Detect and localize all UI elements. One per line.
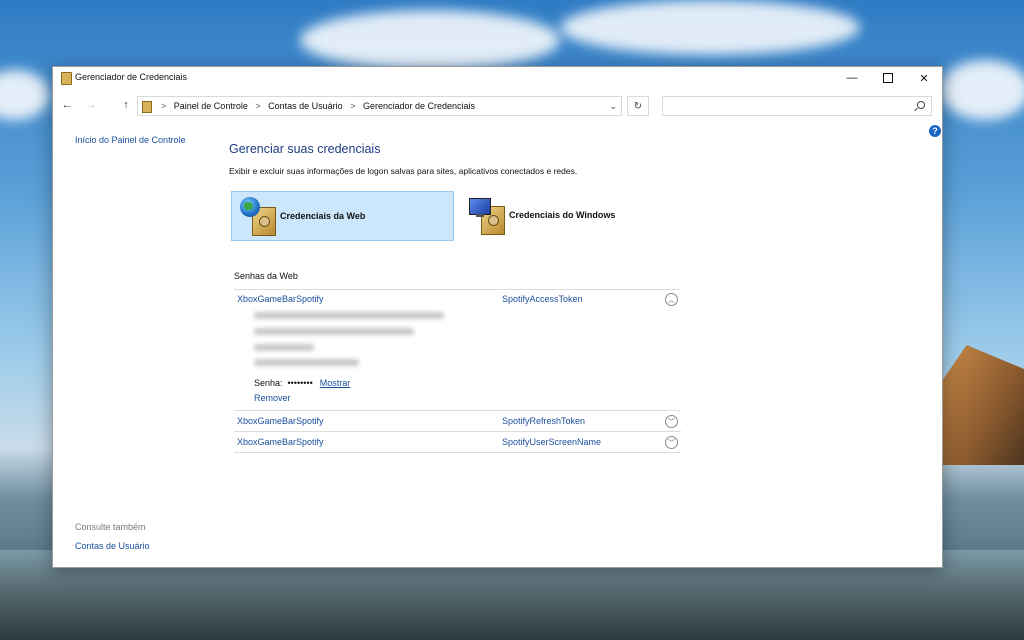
expand-chevron-icon[interactable]: ﹀ [665, 415, 678, 428]
breadcrumb-separator: > [350, 101, 356, 111]
window-title: Gerenciador de Credenciais [75, 72, 188, 82]
close-button[interactable]: ✕ [906, 67, 942, 89]
expand-chevron-icon[interactable]: ﹀ [665, 436, 678, 449]
back-button[interactable]: ← [60, 98, 74, 112]
credential-manager-icon [61, 72, 72, 85]
redacted-detail [254, 312, 444, 319]
collapse-chevron-icon[interactable]: ︿ [665, 293, 678, 306]
web-passwords-heading: Senhas da Web [234, 271, 298, 281]
show-password-link[interactable]: Mostrar [320, 378, 351, 388]
navigation-bar: ← → ↑ > Painel de Controle > Contas de U… [53, 94, 942, 118]
password-line: Senha: •••••••• Mostrar [254, 378, 350, 388]
breadcrumb-control-panel[interactable]: Painel de Controle [174, 101, 248, 111]
page-title: Gerenciar suas credenciais [229, 142, 381, 156]
cloud [0, 70, 50, 120]
divider [234, 410, 681, 411]
redacted-detail [254, 328, 414, 335]
web-credentials-tile[interactable]: Credenciais da Web [231, 191, 454, 241]
windows-credentials-label: Credenciais do Windows [509, 210, 616, 220]
web-credentials-label: Credenciais da Web [280, 211, 366, 221]
up-button[interactable]: ↑ [119, 98, 133, 112]
address-bar[interactable]: > Painel de Controle > Contas de Usuário… [137, 96, 622, 116]
help-icon[interactable]: ? [929, 125, 941, 137]
breadcrumb-separator: > [255, 101, 261, 111]
address-dropdown-icon[interactable]: ⌄ [609, 101, 617, 112]
page-description: Exibir e excluir suas informações de log… [229, 166, 578, 176]
redacted-detail [254, 344, 314, 351]
rock-formation [942, 345, 1024, 465]
breadcrumb-separator: > [161, 101, 167, 111]
redacted-detail [254, 359, 359, 366]
credential-name: SpotifyRefreshToken [502, 416, 586, 426]
credential-name: SpotifyAccessToken [502, 294, 583, 304]
divider [234, 452, 681, 453]
password-label: Senha: [254, 378, 283, 388]
control-panel-icon [142, 101, 152, 113]
user-accounts-link[interactable]: Contas de Usuário [75, 541, 150, 551]
divider [234, 289, 681, 290]
search-icon [917, 101, 925, 109]
maximize-button[interactable] [870, 67, 906, 89]
minimize-button[interactable]: — [834, 67, 870, 89]
left-pane: Início do Painel de Controle Consulte ta… [75, 135, 225, 567]
title-bar: Gerenciador de Credenciais — ✕ [53, 67, 942, 89]
maximize-icon [883, 73, 893, 83]
breadcrumb: > Painel de Controle > Contas de Usuário… [156, 101, 475, 111]
breadcrumb-user-accounts[interactable]: Contas de Usuário [268, 101, 343, 111]
refresh-button[interactable]: ↻ [627, 96, 649, 116]
control-panel-home-link[interactable]: Início do Painel de Controle [75, 135, 186, 145]
remove-credential-link[interactable]: Remover [254, 393, 291, 403]
windows-credentials-tile[interactable]: Credenciais do Windows [461, 191, 684, 241]
cloud [940, 60, 1024, 120]
password-mask: •••••••• [287, 378, 313, 388]
credential-site: XboxGameBarSpotify [237, 416, 324, 426]
breadcrumb-credential-manager[interactable]: Gerenciador de Credenciais [363, 101, 475, 111]
globe-safe-icon [240, 197, 276, 237]
credential-manager-window: Gerenciador de Credenciais — ✕ ← → ↑ > P… [52, 66, 943, 568]
credential-name: SpotifyUserScreenName [502, 437, 602, 447]
cloud [300, 10, 560, 70]
forward-button[interactable]: → [84, 98, 98, 112]
cloud [560, 0, 860, 55]
credential-site: XboxGameBarSpotify [237, 437, 324, 447]
search-input[interactable] [662, 96, 932, 116]
divider [234, 431, 681, 432]
credential-site: XboxGameBarSpotify [237, 294, 324, 304]
monitor-safe-icon [469, 196, 505, 236]
see-also-heading: Consulte também [75, 522, 146, 532]
